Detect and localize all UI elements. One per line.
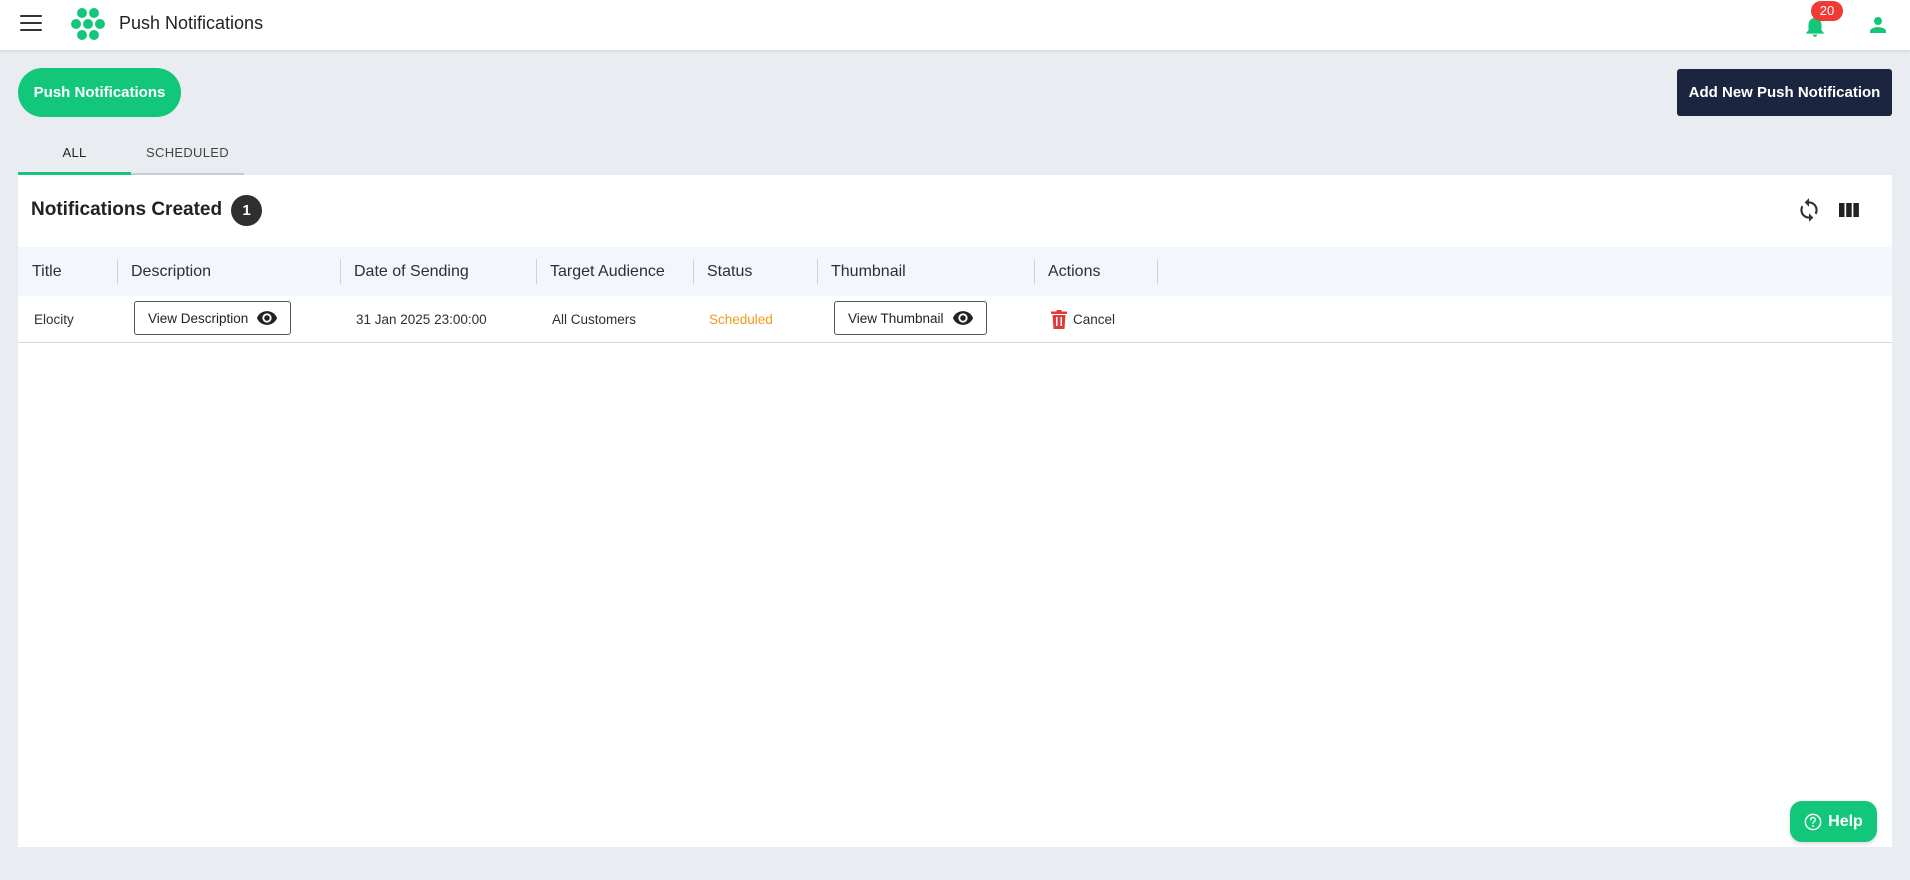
column-divider <box>1157 259 1158 284</box>
hexagon-logo-icon <box>71 8 105 40</box>
menu-icon[interactable] <box>20 15 42 33</box>
tab-scheduled[interactable]: SCHEDULED <box>131 136 244 175</box>
help-label: Help <box>1828 812 1863 830</box>
column-header-title[interactable]: Title <box>18 247 117 296</box>
count-badge: 1 <box>231 195 262 226</box>
column-header-actions[interactable]: Actions <box>1034 247 1157 296</box>
eye-icon <box>257 311 278 325</box>
table-row: Elocity View Description 31 Jan 2025 23:… <box>18 296 1892 343</box>
columns-icon[interactable] <box>1838 199 1860 221</box>
view-thumbnail-label: View Thumbnail <box>848 310 944 326</box>
top-bar: Push Notifications 20 <box>0 0 1910 50</box>
card-title: Notifications Created <box>31 199 223 220</box>
help-circle-icon <box>1804 813 1822 830</box>
column-header-description[interactable]: Description <box>117 247 340 296</box>
cancel-action[interactable]: Cancel <box>1051 296 1115 343</box>
refresh-icon[interactable] <box>1796 197 1822 223</box>
notification-count-badge: 20 <box>1811 1 1843 21</box>
cancel-label: Cancel <box>1073 312 1116 327</box>
column-header-thumbnail[interactable]: Thumbnail <box>817 247 1034 296</box>
cell-target-audience: All Customers <box>552 312 637 327</box>
user-icon[interactable] <box>1866 13 1890 37</box>
view-description-button[interactable]: View Description <box>134 301 292 335</box>
view-description-label: View Description <box>148 310 249 326</box>
push-notifications-button[interactable]: Push Notifications <box>18 68 181 117</box>
notifications-card: Notifications Created 1 Title Descriptio… <box>18 175 1892 847</box>
trash-icon <box>1051 310 1067 329</box>
cell-status: Scheduled <box>709 312 773 327</box>
column-header-target-audience[interactable]: Target Audience <box>536 247 693 296</box>
tab-bar: ALL SCHEDULED <box>18 136 244 175</box>
cell-date: 31 Jan 2025 23:00:00 <box>356 312 487 327</box>
tab-all[interactable]: ALL <box>18 136 131 175</box>
column-header-date[interactable]: Date of Sending <box>340 247 536 296</box>
help-button[interactable]: Help <box>1790 801 1877 842</box>
cell-title: Elocity <box>34 312 74 327</box>
view-thumbnail-button[interactable]: View Thumbnail <box>834 301 987 335</box>
eye-icon <box>952 311 973 325</box>
app-title: Push Notifications <box>119 13 264 33</box>
column-header-status[interactable]: Status <box>693 247 817 296</box>
table-header: Title Description Date of Sending Target… <box>18 247 1892 296</box>
add-new-push-notification-button[interactable]: Add New Push Notification <box>1677 69 1892 116</box>
